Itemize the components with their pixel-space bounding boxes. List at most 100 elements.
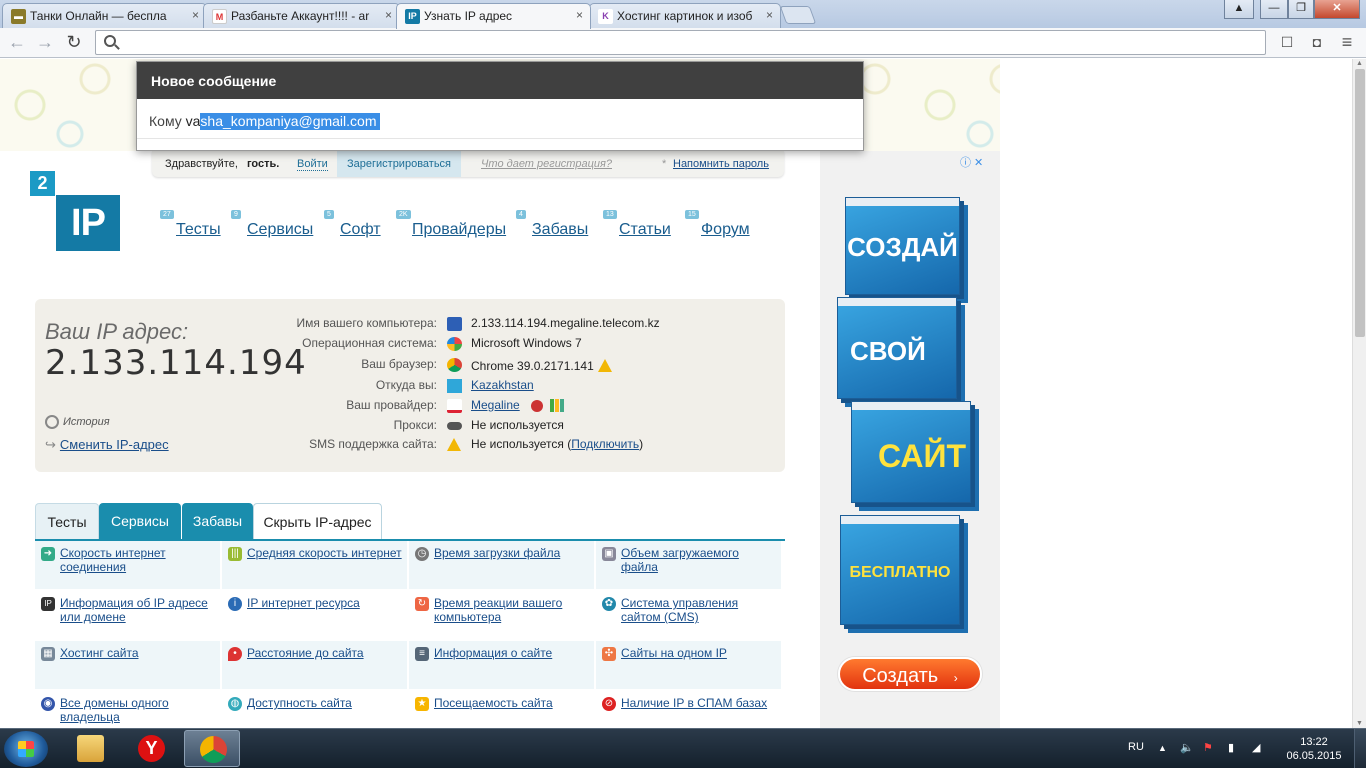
- scroll-down-arrow-icon[interactable]: ▼: [1356, 720, 1363, 727]
- ad-info-close-icons[interactable]: ⓘ ✕: [960, 154, 990, 169]
- tab-close-icon[interactable]: ×: [576, 8, 583, 22]
- service-item-same-ip[interactable]: ✣ Сайты на одном IP: [596, 641, 781, 689]
- new-tab-button[interactable]: [779, 6, 817, 24]
- speaker-icon[interactable]: 🔈: [1180, 741, 1194, 754]
- service-item-avg-speed[interactable]: ||| Средняя скорость интернет: [222, 541, 407, 589]
- service-label[interactable]: Сайты на одном IP: [621, 646, 777, 660]
- extension-icon[interactable]: ◘: [1306, 31, 1328, 53]
- change-ip-link[interactable]: ↪ Сменить IP-адрес: [45, 437, 169, 453]
- service-item-resource-ip[interactable]: i IP интернет ресурса: [222, 591, 407, 639]
- service-item-cms[interactable]: ✿ Система управления сайтом (CMS): [596, 591, 781, 639]
- service-label[interactable]: Средняя скорость интернет: [247, 546, 403, 560]
- service-label[interactable]: Информация о сайте: [434, 646, 590, 660]
- minimize-button[interactable]: —: [1260, 0, 1288, 19]
- reload-button[interactable]: ↻: [63, 31, 85, 53]
- logo-ip[interactable]: IP: [56, 195, 120, 251]
- service-label[interactable]: Расстояние до сайта: [247, 646, 403, 660]
- service-label[interactable]: Хостинг сайта: [60, 646, 216, 660]
- remind-password-link[interactable]: Напомнить пароль: [673, 158, 769, 170]
- service-item-domains[interactable]: ◉ Все домены одного владельца: [35, 691, 220, 728]
- to-typed-text[interactable]: va: [186, 113, 201, 129]
- maximize-button[interactable]: ❐: [1288, 0, 1314, 19]
- service-label[interactable]: Время загрузки файла: [434, 546, 590, 560]
- history-link[interactable]: История: [45, 415, 110, 429]
- ad-block-4[interactable]: БЕСПЛАТНО: [840, 515, 960, 625]
- chrome-menu-icon[interactable]: ≡: [1336, 31, 1358, 53]
- scroll-up-arrow-icon[interactable]: ▲: [1356, 60, 1363, 67]
- service-item-traffic[interactable]: ★ Посещаемость сайта: [409, 691, 594, 728]
- taskbar-explorer[interactable]: [62, 730, 118, 767]
- service-label[interactable]: Скорость интернет соединения: [60, 546, 216, 574]
- compose-to-field[interactable]: Кому vasha_kompaniya@gmail.com: [137, 99, 863, 139]
- system-clock[interactable]: 13:22 06.05.2015: [1278, 735, 1350, 763]
- tab-close-icon[interactable]: ×: [385, 8, 392, 22]
- provider-link[interactable]: Megaline: [471, 398, 520, 412]
- register-link[interactable]: Зарегистрироваться: [337, 151, 462, 177]
- service-item-ip-info[interactable]: IP Информация об IP адресе или домене: [35, 591, 220, 639]
- tray-expand-icon[interactable]: ▲: [1158, 743, 1167, 753]
- tab-tests[interactable]: Тесты: [35, 503, 99, 539]
- ad-block-1[interactable]: СОЗДАЙ: [845, 197, 960, 295]
- megaline-icon: [447, 399, 462, 413]
- tab-close-icon[interactable]: ×: [192, 8, 199, 22]
- tab-hide-ip[interactable]: Скрыть IP-адрес: [253, 503, 382, 542]
- service-item-speed[interactable]: ➜ Скорость интернет соединения: [35, 541, 220, 589]
- close-window-button[interactable]: ✕: [1314, 0, 1360, 19]
- browser-tab-2ip[interactable]: IP Узнать IP адрес ×: [396, 3, 591, 29]
- service-label[interactable]: Время реакции вашего компьютера: [434, 596, 590, 624]
- back-button[interactable]: ←: [6, 31, 28, 53]
- ad-create-button[interactable]: Создать ›: [838, 657, 982, 691]
- registration-benefits-link[interactable]: Что дает регистрация?: [481, 158, 612, 170]
- service-label[interactable]: Доступность сайта: [247, 696, 403, 710]
- bookmarks-icon[interactable]: ☐: [1276, 31, 1298, 53]
- tab-close-icon[interactable]: ×: [766, 8, 773, 22]
- nav-providers[interactable]: 2K Провайдеры: [396, 210, 506, 239]
- address-bar[interactable]: [95, 30, 1266, 55]
- to-autocomplete-selection[interactable]: sha_kompaniya@gmail.com: [200, 113, 380, 130]
- service-item-file-size[interactable]: ▣ Объем загружаемого файла: [596, 541, 781, 589]
- connect-sms-link[interactable]: Подключить: [571, 437, 639, 451]
- power-icon[interactable]: ▮: [1228, 741, 1234, 754]
- service-label[interactable]: Объем загружаемого файла: [621, 546, 777, 574]
- nav-forum[interactable]: 15 Форум: [685, 210, 750, 239]
- country-link[interactable]: Kazakhstan: [471, 378, 534, 392]
- taskbar-chrome[interactable]: [184, 730, 240, 767]
- service-item-reaction-time[interactable]: ↻ Время реакции вашего компьютера: [409, 591, 594, 639]
- logo-2[interactable]: 2: [30, 171, 55, 196]
- start-button[interactable]: [4, 731, 48, 767]
- nav-fun[interactable]: 4 Забавы: [516, 210, 588, 239]
- nav-services[interactable]: 9 Сервисы: [231, 210, 313, 239]
- forward-button[interactable]: →: [34, 31, 56, 53]
- browser-tab-tanki[interactable]: ▬ Танки Онлайн — беспла ×: [2, 3, 207, 28]
- taskbar-yandex[interactable]: Y: [123, 730, 179, 767]
- browser-tab-gmail[interactable]: M Разбаньте Аккаунт!!!! - ar ×: [203, 3, 400, 28]
- service-label[interactable]: Наличие IP в СПАМ базах: [621, 696, 777, 710]
- service-label[interactable]: Все домены одного владельца: [60, 696, 216, 724]
- page-scrollbar[interactable]: ▲ ▼: [1352, 59, 1366, 728]
- service-item-spam[interactable]: ⊘ Наличие IP в СПАМ базах: [596, 691, 781, 728]
- ad-block-3[interactable]: САЙТ: [851, 401, 971, 503]
- service-item-site-info[interactable]: ≡ Информация о сайте: [409, 641, 594, 689]
- window-menu-button[interactable]: ▲: [1224, 0, 1254, 19]
- service-item-availability[interactable]: ◍ Доступность сайта: [222, 691, 407, 728]
- ad-block-2[interactable]: СВОЙ: [837, 297, 957, 399]
- network-signal-icon[interactable]: ◢: [1252, 741, 1260, 754]
- nav-soft[interactable]: 5 Софт: [324, 210, 381, 239]
- service-label[interactable]: Система управления сайтом (CMS): [621, 596, 777, 624]
- tab-services[interactable]: Сервисы: [99, 503, 181, 539]
- service-label[interactable]: Посещаемость сайта: [434, 696, 590, 710]
- nav-tests[interactable]: 27 Тесты: [160, 210, 221, 239]
- service-item-hosting[interactable]: ▦ Хостинг сайта: [35, 641, 220, 689]
- nav-articles[interactable]: 13 Статьи: [603, 210, 671, 239]
- service-label[interactable]: IP интернет ресурса: [247, 596, 403, 610]
- show-desktop-button[interactable]: [1354, 729, 1366, 768]
- scrollbar-thumb[interactable]: [1355, 69, 1365, 337]
- service-label[interactable]: Информация об IP адресе или домене: [60, 596, 216, 624]
- tab-fun[interactable]: Забавы: [182, 503, 253, 539]
- flag-alert-icon[interactable]: ⚑: [1203, 741, 1213, 754]
- login-link[interactable]: Войти: [297, 158, 328, 171]
- language-indicator[interactable]: RU: [1128, 741, 1144, 753]
- service-item-download-time[interactable]: ◷ Время загрузки файла: [409, 541, 594, 589]
- browser-tab-hosting[interactable]: K Хостинг картинок и изоб ×: [589, 3, 781, 28]
- service-item-distance[interactable]: • Расстояние до сайта: [222, 641, 407, 689]
